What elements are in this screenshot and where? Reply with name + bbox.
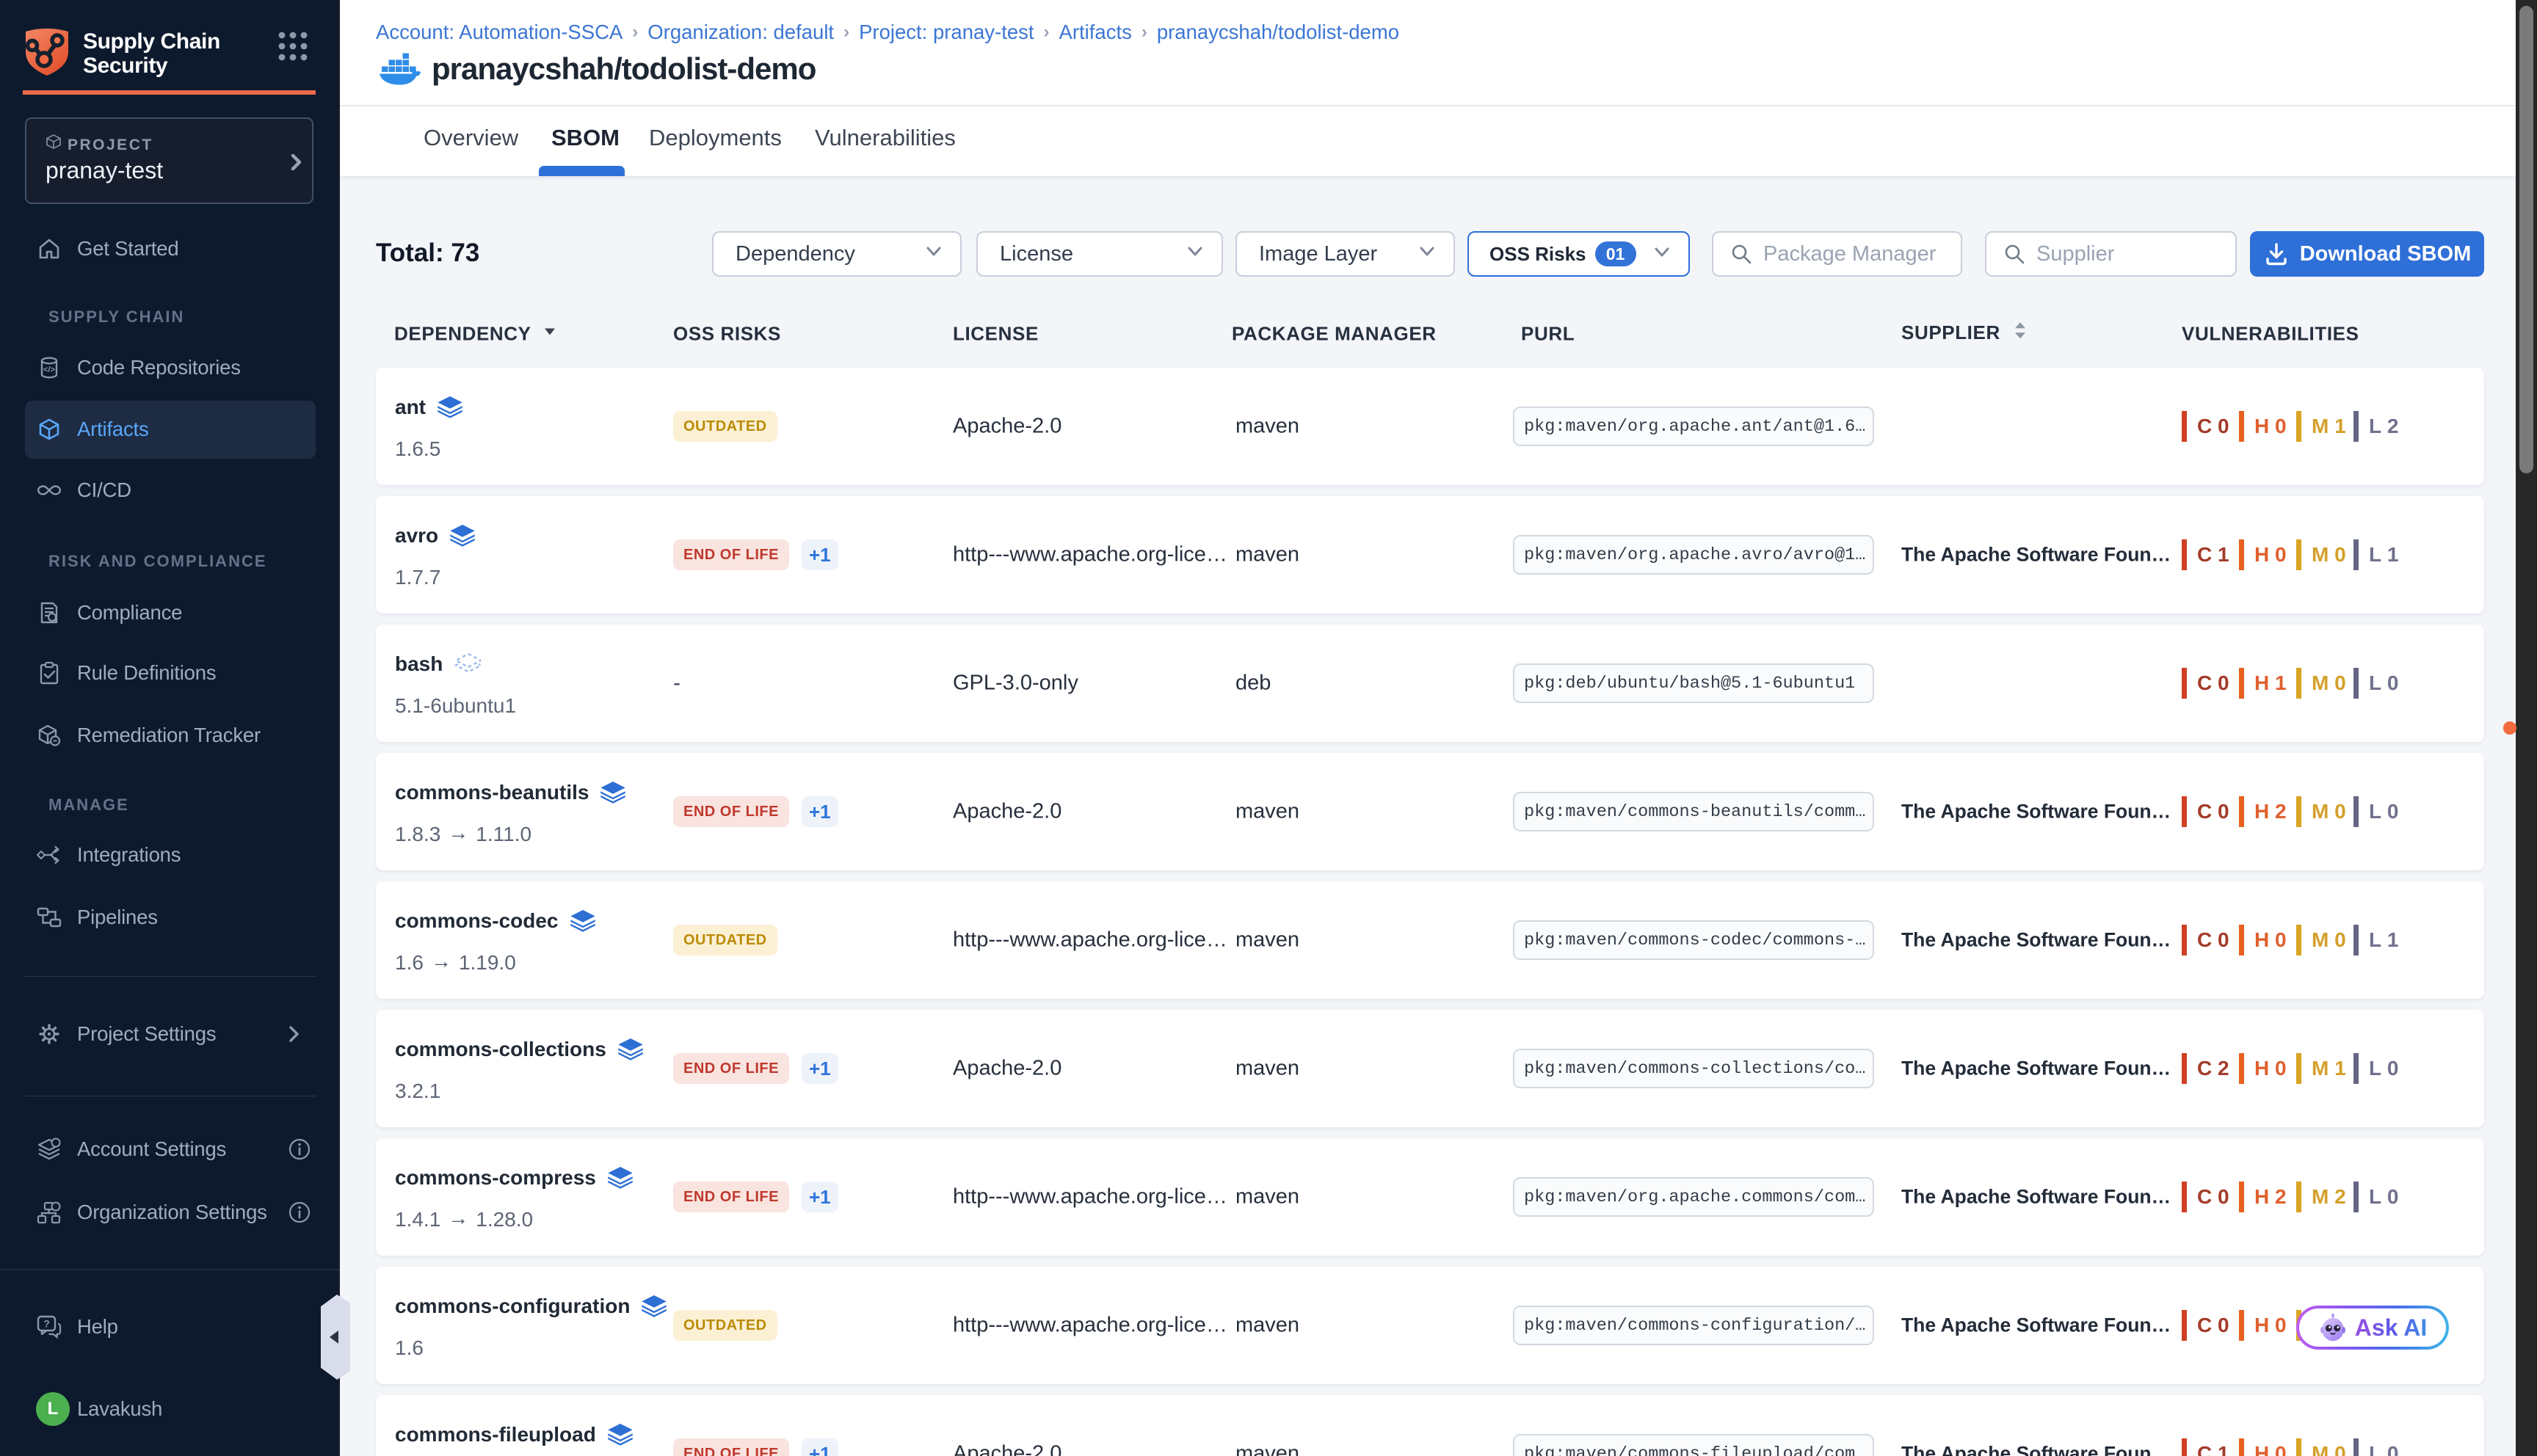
svg-text:</>: </> bbox=[43, 365, 55, 374]
svg-text:?: ? bbox=[43, 1318, 50, 1330]
